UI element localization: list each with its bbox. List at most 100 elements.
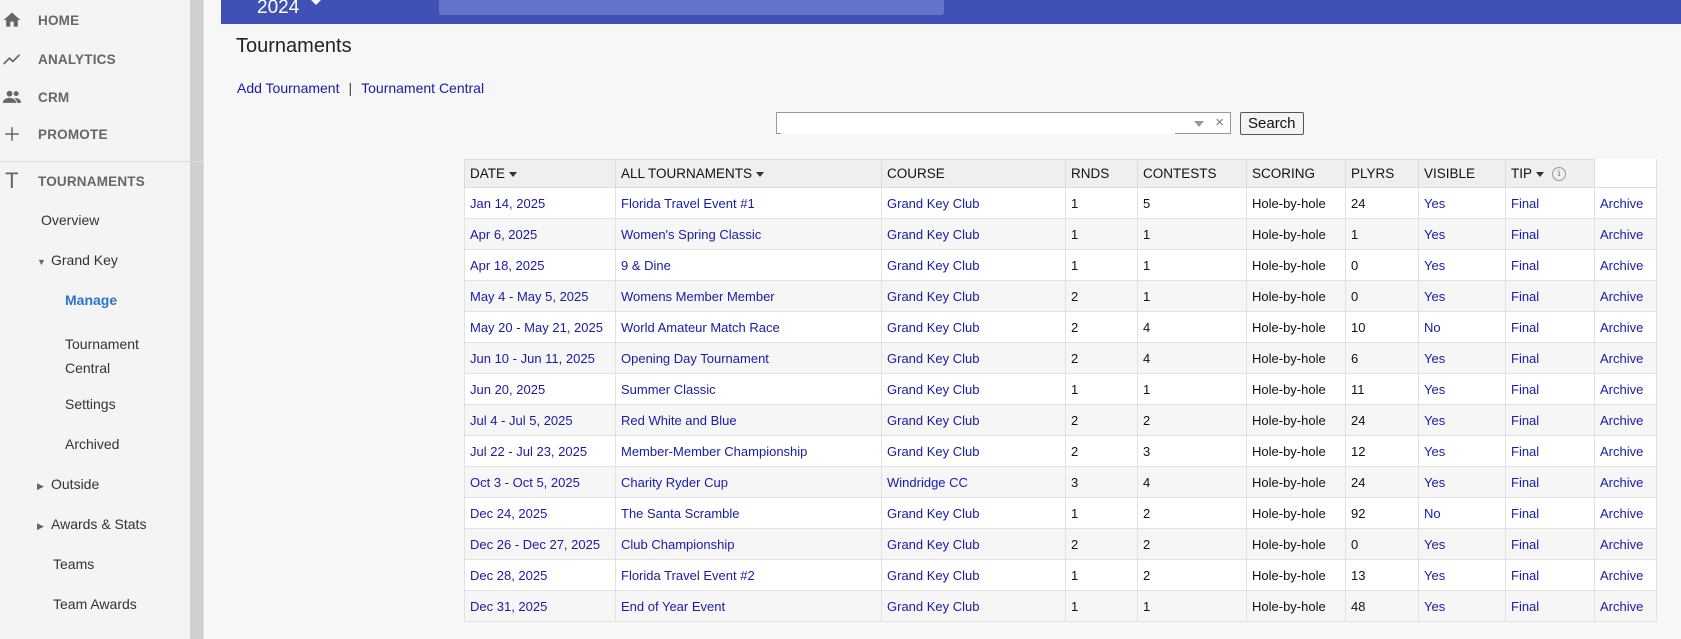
cell-tournament-name[interactable]: Women's Spring Classic	[615, 218, 882, 250]
add-tournament-link[interactable]: Add Tournament	[237, 80, 339, 96]
cell-tournament-name[interactable]: The Santa Scramble	[615, 497, 882, 529]
cell-course[interactable]: Windridge CC	[881, 466, 1066, 498]
cell-tip[interactable]: Final	[1505, 404, 1595, 436]
cell-date[interactable]: Jul 4 - Jul 5, 2025	[464, 404, 616, 436]
cell-visible[interactable]: Yes	[1418, 559, 1506, 591]
cell-tip[interactable]: Final	[1505, 590, 1595, 622]
nav-home[interactable]: HOME	[0, 0, 204, 40]
cell-tournament-name[interactable]: Club Championship	[615, 528, 882, 560]
cell-visible[interactable]: No	[1418, 311, 1506, 343]
dropdown-arrow-icon[interactable]	[1194, 121, 1204, 127]
cell-course[interactable]: Grand Key Club	[881, 280, 1066, 312]
cell-tournament-name[interactable]: Florida Travel Event #2	[615, 559, 882, 591]
archive-link[interactable]: Archive	[1594, 528, 1657, 560]
cell-date[interactable]: Jun 20, 2025	[464, 373, 616, 405]
cell-course[interactable]: Grand Key Club	[881, 559, 1066, 591]
nav-promote[interactable]: PROMOTE	[0, 114, 204, 154]
cell-tournament-name[interactable]: Member-Member Championship	[615, 435, 882, 467]
archive-link[interactable]: Archive	[1594, 404, 1657, 436]
info-icon[interactable]: i	[1552, 167, 1567, 182]
archive-link[interactable]: Archive	[1594, 218, 1657, 250]
archive-link[interactable]: Archive	[1594, 342, 1657, 374]
cell-course[interactable]: Grand Key Club	[881, 497, 1066, 529]
cell-tip[interactable]: Final	[1505, 187, 1595, 219]
cell-visible[interactable]: Yes	[1418, 528, 1506, 560]
cell-course[interactable]: Grand Key Club	[881, 249, 1066, 281]
archive-link[interactable]: Archive	[1594, 497, 1657, 529]
cell-tip[interactable]: Final	[1505, 249, 1595, 281]
cell-tip[interactable]: Final	[1505, 466, 1595, 498]
clear-icon[interactable]: ×	[1215, 114, 1224, 131]
cell-tournament-name[interactable]: Summer Classic	[615, 373, 882, 405]
cell-date[interactable]: Dec 28, 2025	[464, 559, 616, 591]
nav-team-awards[interactable]: Team Awards	[53, 596, 137, 612]
archive-link[interactable]: Archive	[1594, 373, 1657, 405]
archive-link[interactable]: Archive	[1594, 280, 1657, 312]
cell-visible[interactable]: Yes	[1418, 342, 1506, 374]
cell-tip[interactable]: Final	[1505, 280, 1595, 312]
cell-tip[interactable]: Final	[1505, 497, 1595, 529]
archive-link[interactable]: Archive	[1594, 590, 1657, 622]
year-selector[interactable]: 2024	[257, 0, 299, 19]
cell-visible[interactable]: Yes	[1418, 249, 1506, 281]
header-all-tournaments[interactable]: ALL TOURNAMENTS	[615, 159, 882, 188]
cell-tournament-name[interactable]: Charity Ryder Cup	[615, 466, 882, 498]
cell-date[interactable]: May 4 - May 5, 2025	[464, 280, 616, 312]
cell-visible[interactable]: No	[1418, 497, 1506, 529]
cell-course[interactable]: Grand Key Club	[881, 404, 1066, 436]
cell-date[interactable]: Jan 14, 2025	[464, 187, 616, 219]
cell-tournament-name[interactable]: Opening Day Tournament	[615, 342, 882, 374]
cell-course[interactable]: Grand Key Club	[881, 342, 1066, 374]
archive-link[interactable]: Archive	[1594, 559, 1657, 591]
cell-visible[interactable]: Yes	[1418, 280, 1506, 312]
nav-tournaments[interactable]: T TOURNAMENTS	[0, 161, 204, 201]
archive-link[interactable]: Archive	[1594, 435, 1657, 467]
archive-link[interactable]: Archive	[1594, 466, 1657, 498]
cell-course[interactable]: Grand Key Club	[881, 528, 1066, 560]
cell-course[interactable]: Grand Key Club	[881, 218, 1066, 250]
nav-overview[interactable]: Overview	[41, 212, 99, 228]
cell-tournament-name[interactable]: Florida Travel Event #1	[615, 187, 882, 219]
cell-visible[interactable]: Yes	[1418, 218, 1506, 250]
cell-tip[interactable]: Final	[1505, 435, 1595, 467]
cell-date[interactable]: Oct 3 - Oct 5, 2025	[464, 466, 616, 498]
cell-visible[interactable]: Yes	[1418, 466, 1506, 498]
archive-link[interactable]: Archive	[1594, 249, 1657, 281]
cell-tip[interactable]: Final	[1505, 311, 1595, 343]
nav-settings[interactable]: Settings	[65, 396, 116, 412]
nav-crm[interactable]: CRM	[0, 77, 204, 117]
cell-visible[interactable]: Yes	[1418, 187, 1506, 219]
cell-date[interactable]: Jul 22 - Jul 23, 2025	[464, 435, 616, 467]
tournament-central-link[interactable]: Tournament Central	[361, 80, 484, 96]
cell-course[interactable]: Grand Key Club	[881, 590, 1066, 622]
cell-tip[interactable]: Final	[1505, 373, 1595, 405]
cell-visible[interactable]: Yes	[1418, 373, 1506, 405]
cell-course[interactable]: Grand Key Club	[881, 435, 1066, 467]
cell-tip[interactable]: Final	[1505, 559, 1595, 591]
cell-date[interactable]: Apr 18, 2025	[464, 249, 616, 281]
header-date[interactable]: DATE	[464, 159, 616, 188]
cell-tip[interactable]: Final	[1505, 342, 1595, 374]
cell-date[interactable]: Jun 10 - Jun 11, 2025	[464, 342, 616, 374]
nav-outside[interactable]: ▶ Outside	[37, 476, 99, 492]
cell-course[interactable]: Grand Key Club	[881, 373, 1066, 405]
nav-awards-stats[interactable]: ▶ Awards & Stats	[37, 516, 146, 532]
cell-date[interactable]: Dec 24, 2025	[464, 497, 616, 529]
cell-course[interactable]: Grand Key Club	[881, 311, 1066, 343]
cell-visible[interactable]: Yes	[1418, 435, 1506, 467]
archive-link[interactable]: Archive	[1594, 187, 1657, 219]
cell-tournament-name[interactable]: 9 & Dine	[615, 249, 882, 281]
cell-tip[interactable]: Final	[1505, 218, 1595, 250]
nav-archived[interactable]: Archived	[65, 436, 119, 452]
nav-analytics[interactable]: ANALYTICS	[0, 39, 204, 79]
cell-visible[interactable]: Yes	[1418, 404, 1506, 436]
cell-course[interactable]: Grand Key Club	[881, 187, 1066, 219]
cell-tip[interactable]: Final	[1505, 528, 1595, 560]
cell-date[interactable]: Apr 6, 2025	[464, 218, 616, 250]
search-field[interactable]: ×	[776, 112, 1231, 134]
cell-date[interactable]: May 20 - May 21, 2025	[464, 311, 616, 343]
cell-tournament-name[interactable]: World Amateur Match Race	[615, 311, 882, 343]
cell-tournament-name[interactable]: Red White and Blue	[615, 404, 882, 436]
header-tip[interactable]: TIP i	[1505, 159, 1595, 188]
search-input[interactable]	[781, 114, 1175, 134]
